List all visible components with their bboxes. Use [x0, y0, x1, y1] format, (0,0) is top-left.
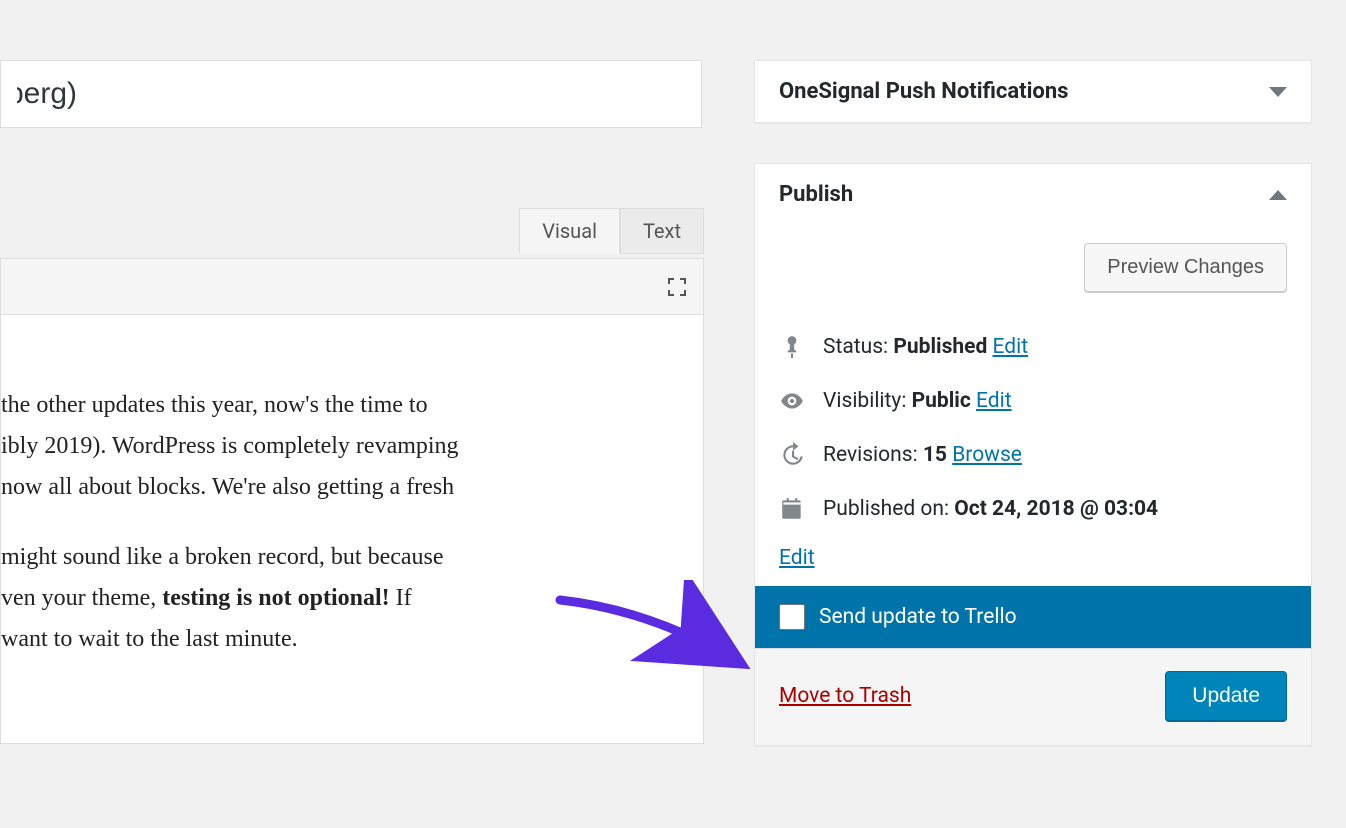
calendar-icon: [779, 496, 805, 522]
published-label: Published on:: [823, 497, 954, 521]
trello-bar: Send update to Trello: [755, 586, 1311, 648]
publish-header[interactable]: Publish: [755, 164, 1311, 225]
content-text: If: [390, 585, 412, 611]
chevron-up-icon[interactable]: [1269, 190, 1287, 200]
onesignal-metabox: OneSignal Push Notifications: [754, 60, 1312, 123]
move-to-trash-link[interactable]: Move to Trash: [779, 684, 911, 708]
browse-revisions-link[interactable]: Browse: [952, 443, 1022, 467]
onesignal-title: OneSignal Push Notifications: [779, 79, 1068, 104]
publish-metabox: Publish Preview Changes Status: Publishe…: [754, 163, 1312, 746]
visibility-value: Public: [912, 389, 971, 413]
content-text: now all about blocks. We're also getting…: [1, 474, 454, 500]
published-row: Published on: Oct 24, 2018 @ 03:04: [779, 482, 1287, 536]
post-title-input[interactable]: [0, 60, 702, 128]
status-value: Published: [893, 335, 987, 359]
editor-content[interactable]: the other updates this year, now's the t…: [0, 314, 704, 744]
status-row: Status: Published Edit: [779, 320, 1287, 374]
content-strong: testing is not optional!: [162, 585, 389, 611]
published-value: Oct 24, 2018 @ 03:04: [954, 497, 1158, 521]
tab-text[interactable]: Text: [620, 208, 704, 254]
fullscreen-icon[interactable]: [665, 275, 689, 299]
eye-icon: [779, 388, 805, 414]
revisions-label: Revisions:: [823, 443, 923, 467]
visibility-label: Visibility:: [823, 389, 912, 413]
onesignal-header[interactable]: OneSignal Push Notifications: [755, 61, 1311, 122]
update-button[interactable]: Update: [1165, 671, 1287, 721]
tab-visual[interactable]: Visual: [519, 208, 620, 254]
chevron-down-icon[interactable]: [1269, 87, 1287, 97]
pin-icon: [779, 334, 805, 360]
edit-status-link[interactable]: Edit: [993, 335, 1029, 359]
visibility-row: Visibility: Public Edit: [779, 374, 1287, 428]
revisions-row: Revisions: 15 Browse: [779, 428, 1287, 482]
revisions-value: 15: [923, 443, 947, 467]
history-icon: [779, 442, 805, 468]
edit-visibility-link[interactable]: Edit: [976, 389, 1012, 413]
content-text: might sound like a broken record, but be…: [1, 544, 444, 570]
content-text: want to wait to the last minute.: [1, 626, 298, 652]
publish-title: Publish: [779, 182, 853, 207]
send-trello-checkbox[interactable]: [779, 604, 805, 630]
edit-published-link[interactable]: Edit: [779, 546, 815, 570]
preview-changes-button[interactable]: Preview Changes: [1084, 243, 1287, 292]
editor-tabs: Visual Text: [519, 208, 704, 254]
content-text: the other updates this year, now's the t…: [1, 392, 428, 418]
editor-toolbar: [0, 258, 704, 314]
trello-label: Send update to Trello: [819, 605, 1017, 629]
content-text: ibly 2019). WordPress is completely reva…: [1, 433, 459, 459]
content-text: ven your theme,: [1, 585, 162, 611]
status-label: Status:: [823, 335, 893, 359]
